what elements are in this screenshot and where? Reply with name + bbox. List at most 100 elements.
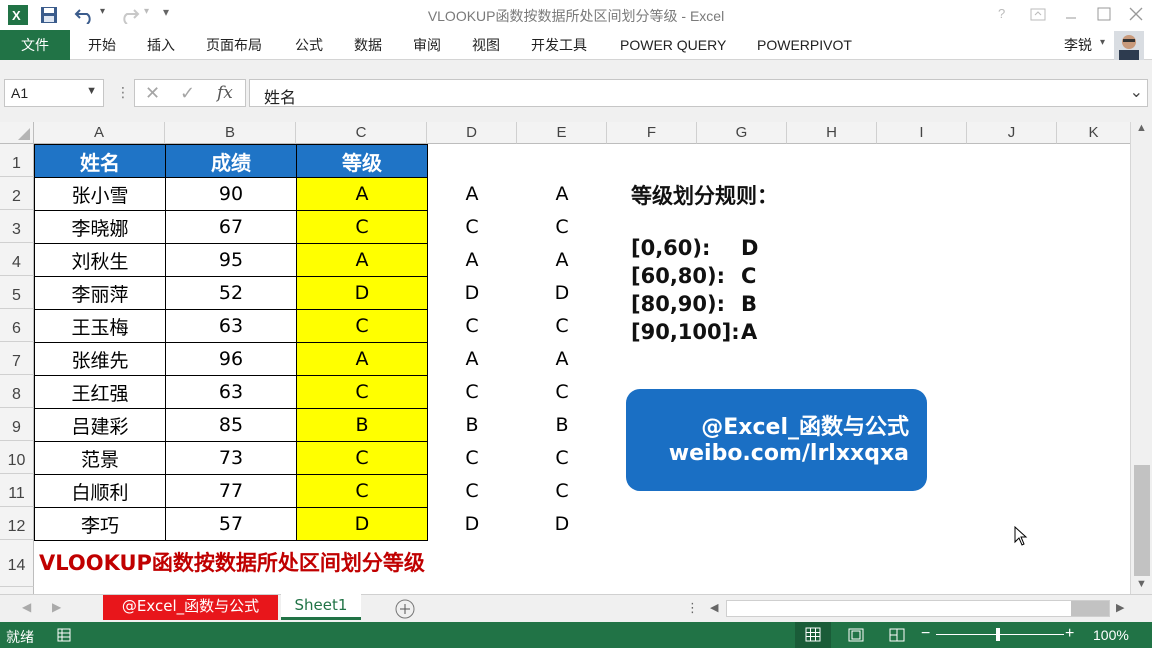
table-cell-grade[interactable]: C xyxy=(296,210,428,244)
scroll-right-icon[interactable]: ▶ xyxy=(1116,601,1124,614)
page-layout-view-icon[interactable] xyxy=(848,628,864,642)
table-cell-lookup-e[interactable]: C xyxy=(517,309,607,342)
table-cell-grade[interactable]: B xyxy=(296,408,428,442)
table-cell-lookup-d[interactable]: D xyxy=(427,276,517,309)
table-cell-score[interactable]: 96 xyxy=(165,342,297,376)
column-header-a[interactable]: A xyxy=(34,122,165,144)
tab-formulas[interactable]: 公式 xyxy=(295,30,323,60)
table-cell-lookup-e[interactable]: C xyxy=(517,441,607,474)
table-cell-lookup-d[interactable]: C xyxy=(427,375,517,408)
table-cell-name[interactable]: 李巧 xyxy=(34,507,166,541)
table-cell-name[interactable]: 吕建彩 xyxy=(34,408,166,442)
table-cell-lookup-e[interactable]: A xyxy=(517,342,607,375)
column-header-i[interactable]: I xyxy=(877,122,967,144)
row-header-6[interactable]: 6 xyxy=(0,309,34,342)
zoom-out-icon[interactable]: − xyxy=(921,625,930,643)
cell-b1[interactable]: 成绩 xyxy=(165,144,297,178)
column-header-d[interactable]: D xyxy=(427,122,517,144)
normal-view-button[interactable] xyxy=(795,622,831,648)
table-cell-lookup-d[interactable]: B xyxy=(427,408,517,441)
scroll-tabs-right-icon[interactable]: ▶ xyxy=(52,600,61,614)
table-cell-lookup-d[interactable]: C xyxy=(427,474,517,507)
horizontal-scrollbar-track[interactable] xyxy=(726,600,1110,617)
table-cell-grade[interactable]: A xyxy=(296,342,428,376)
zoom-in-icon[interactable]: + xyxy=(1065,625,1074,643)
user-avatar[interactable] xyxy=(1114,31,1144,60)
column-header-h[interactable]: H xyxy=(787,122,877,144)
column-header-b[interactable]: B xyxy=(165,122,296,144)
select-all-button[interactable] xyxy=(0,122,34,144)
table-cell-grade[interactable]: C xyxy=(296,375,428,409)
table-cell-name[interactable]: 范景 xyxy=(34,441,166,475)
tab-view[interactable]: 视图 xyxy=(472,30,500,60)
table-cell-lookup-e[interactable]: C xyxy=(517,375,607,408)
row-header-8[interactable]: 8 xyxy=(0,375,34,408)
user-name[interactable]: 李锐 xyxy=(1064,30,1092,60)
table-cell-grade[interactable]: A xyxy=(296,177,428,211)
table-cell-lookup-e[interactable]: C xyxy=(517,474,607,507)
sheet-tab-sheet1[interactable]: Sheet1 xyxy=(281,594,361,620)
column-header-e[interactable]: E xyxy=(517,122,607,144)
table-cell-grade[interactable]: D xyxy=(296,507,428,541)
column-header-c[interactable]: C xyxy=(296,122,427,144)
table-cell-name[interactable]: 张小雪 xyxy=(34,177,166,211)
zoom-level[interactable]: 100% xyxy=(1093,627,1129,643)
zoom-slider-track[interactable] xyxy=(936,634,1064,635)
tab-file[interactable]: 文件 xyxy=(0,30,70,60)
name-box[interactable]: A1 ▼ xyxy=(4,79,104,107)
close-icon[interactable] xyxy=(1129,7,1143,21)
table-cell-name[interactable]: 李晓娜 xyxy=(34,210,166,244)
table-cell-score[interactable]: 63 xyxy=(165,375,297,409)
table-cell-lookup-e[interactable]: D xyxy=(517,276,607,309)
row-header-5[interactable]: 5 xyxy=(0,276,34,309)
table-cell-grade[interactable]: C xyxy=(296,441,428,475)
table-cell-lookup-e[interactable]: C xyxy=(517,210,607,243)
table-cell-lookup-e[interactable]: D xyxy=(517,507,607,540)
row-header-14[interactable]: 14 xyxy=(0,540,34,587)
expand-formula-bar-icon[interactable]: ⌄ xyxy=(1130,82,1143,102)
table-cell-grade[interactable]: C xyxy=(296,474,428,508)
table-cell-lookup-d[interactable]: D xyxy=(427,507,517,540)
tab-split-handle[interactable]: ⋮ xyxy=(686,600,699,616)
vertical-scroll-thumb[interactable] xyxy=(1134,465,1150,576)
row-header-9[interactable]: 9 xyxy=(0,408,34,441)
name-box-dropdown-icon[interactable]: ▼ xyxy=(86,85,97,97)
table-cell-name[interactable]: 白顺利 xyxy=(34,474,166,508)
column-header-k[interactable]: K xyxy=(1057,122,1130,144)
row-header-11[interactable]: 11 xyxy=(0,474,34,507)
row-header-3[interactable]: 3 xyxy=(0,210,34,243)
page-break-view-icon[interactable] xyxy=(889,628,905,642)
table-cell-name[interactable]: 李丽萍 xyxy=(34,276,166,310)
column-header-j[interactable]: J xyxy=(967,122,1057,144)
table-cell-name[interactable]: 刘秋生 xyxy=(34,243,166,277)
scroll-left-icon[interactable]: ◀ xyxy=(710,601,718,614)
table-cell-lookup-d[interactable]: C xyxy=(427,210,517,243)
cell-c1[interactable]: 等级 xyxy=(296,144,428,178)
table-cell-score[interactable]: 52 xyxy=(165,276,297,310)
row-header-10[interactable]: 10 xyxy=(0,441,34,474)
table-cell-lookup-d[interactable]: A xyxy=(427,243,517,276)
table-cell-score[interactable]: 73 xyxy=(165,441,297,475)
table-cell-lookup-d[interactable]: C xyxy=(427,441,517,474)
tab-developer[interactable]: 开发工具 xyxy=(531,30,587,60)
user-dropdown-icon[interactable]: ▾ xyxy=(1100,37,1105,48)
tab-power-query[interactable]: POWER QUERY xyxy=(620,30,726,60)
table-cell-score[interactable]: 85 xyxy=(165,408,297,442)
formula-input[interactable]: 姓名 ⌄ xyxy=(249,79,1148,107)
tab-data[interactable]: 数据 xyxy=(354,30,382,60)
table-cell-lookup-e[interactable]: A xyxy=(517,177,607,210)
table-cell-score[interactable]: 57 xyxy=(165,507,297,541)
table-cell-lookup-d[interactable]: C xyxy=(427,309,517,342)
vertical-scrollbar[interactable]: ▲ ▼ xyxy=(1130,122,1152,594)
table-cell-lookup-e[interactable]: A xyxy=(517,243,607,276)
tab-powerpivot[interactable]: POWERPIVOT xyxy=(757,30,852,60)
sheet-tab-excel-functions[interactable]: @Excel_函数与公式 xyxy=(103,595,278,620)
scroll-tabs-left-icon[interactable]: ◀ xyxy=(22,600,31,614)
table-cell-name[interactable]: 王玉梅 xyxy=(34,309,166,343)
row-header-1[interactable]: 1 xyxy=(0,144,34,177)
table-cell-lookup-e[interactable]: B xyxy=(517,408,607,441)
table-cell-grade[interactable]: D xyxy=(296,276,428,310)
zoom-slider-thumb[interactable] xyxy=(996,628,1000,641)
row-header-15[interactable] xyxy=(0,587,34,594)
horizontal-scroll-thumb[interactable] xyxy=(1071,601,1109,616)
